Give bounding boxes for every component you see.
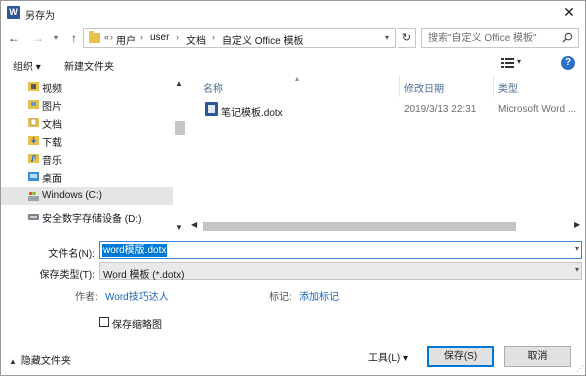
sidebar-item-label: 视频	[42, 84, 62, 95]
sidebar-item-videos[interactable]: 视频	[1, 77, 173, 95]
file-name-field[interactable]: word模版.dotx ▾	[99, 241, 582, 259]
file-name-dropdown-chevron-icon[interactable]: ▾	[575, 244, 579, 253]
file-list: ▴ 名称 修改日期 类型 笔记模板.dotx 2019/3/13 22:31 M…	[189, 74, 586, 235]
drive-c-icon	[28, 192, 39, 201]
file-date-modified: 2019/3/13 22:31	[404, 104, 477, 115]
scrollbar-thumb[interactable]	[175, 121, 185, 135]
breadcrumb-documents[interactable]: 文档	[186, 32, 206, 47]
column-header-type[interactable]: 类型	[498, 80, 518, 95]
collapse-chevron-icon: ▲	[9, 357, 17, 366]
cancel-button[interactable]: 取消	[504, 346, 571, 367]
save-type-value: Word 模板 (*.dotx)	[103, 270, 185, 281]
sidebar-item-label: Windows (C:)	[42, 190, 103, 201]
sidebar-item-desktop[interactable]: 桌面	[1, 167, 173, 185]
folder-icon	[89, 31, 100, 43]
title-bar: W 另存为 ✕	[1, 1, 585, 25]
up-arrow-icon[interactable]: ↑	[67, 30, 81, 46]
file-list-horizontal-scrollbar[interactable]: ◀ ▶	[189, 219, 586, 233]
sidebar-item-pictures[interactable]: 图片	[1, 95, 173, 113]
navigation-pane: 视频 图片 文档 下载 音乐 桌面 Windows (C:) 安全数字存储设备	[1, 77, 186, 235]
sort-ascending-icon: ▴	[295, 74, 300, 83]
scroll-up-chevron-icon[interactable]: ▲	[175, 79, 183, 88]
command-toolbar: 组织 ▾ 新建文件夹 ▾ ?	[1, 53, 585, 75]
save-type-select[interactable]: Word 模板 (*.dotx) ▾	[99, 262, 582, 281]
downloads-folder-icon	[28, 136, 39, 145]
navigation-row: ← → ▾ ↑ « › 用户 › user › 文档 › 自定义 Office …	[1, 27, 585, 49]
sidebar-item-label: 音乐	[42, 156, 62, 167]
author-value[interactable]: Word技巧达人	[105, 288, 169, 303]
sidebar-item-label: 下载	[42, 138, 62, 149]
pictures-folder-icon	[28, 100, 39, 109]
word-template-file-icon	[205, 102, 218, 116]
sidebar-item-label: 文档	[42, 120, 62, 131]
view-options-chevron-icon[interactable]: ▾	[517, 57, 521, 66]
file-name-label: 文件名(N):	[48, 249, 95, 260]
column-divider[interactable]	[493, 75, 494, 97]
scroll-right-chevron-icon[interactable]: ▶	[574, 220, 580, 229]
scroll-down-chevron-icon[interactable]: ▼	[175, 223, 183, 232]
hide-folders-label: 隐藏文件夹	[20, 356, 71, 367]
column-header-date-modified[interactable]: 修改日期	[404, 80, 444, 95]
breadcrumb-separator-icon: ›	[140, 32, 143, 42]
search-box[interactable]	[421, 28, 579, 48]
breadcrumb-users[interactable]: 用户	[116, 32, 136, 47]
save-as-dialog: W 另存为 ✕ ← → ▾ ↑ « › 用户 › user › 文档 › 自定义…	[0, 0, 586, 376]
breadcrumb-separator-icon: ›	[110, 32, 113, 42]
sidebar-item-label: 图片	[42, 102, 62, 113]
list-item[interactable]: 笔记模板.dotx 2019/3/13 22:31 Microsoft Word…	[189, 99, 579, 119]
help-icon[interactable]: ?	[561, 56, 575, 70]
tools-button[interactable]: 工具(L) ▾	[368, 349, 408, 364]
back-arrow-icon[interactable]: ←	[7, 30, 21, 46]
save-button[interactable]: 保存(S)	[427, 346, 494, 367]
breadcrumb-custom-office-templates[interactable]: 自定义 Office 模板	[222, 32, 304, 47]
window-title: 另存为	[25, 11, 55, 22]
music-folder-icon	[28, 154, 39, 163]
save-thumbnail-label[interactable]: 保存缩略图	[112, 316, 162, 331]
sidebar-item-downloads[interactable]: 下载	[1, 131, 173, 149]
recent-locations-chevron-icon[interactable]: ▾	[49, 30, 63, 46]
tags-label: 标记:	[269, 292, 292, 303]
save-type-dropdown-chevron-icon[interactable]: ▾	[575, 265, 579, 274]
scrollbar-thumb[interactable]	[203, 222, 516, 231]
sidebar-item-sd-drive-d[interactable]: 安全数字存储设备 (D:)	[1, 207, 173, 225]
address-bar[interactable]: « › 用户 › user › 文档 › 自定义 Office 模板 ▾	[83, 28, 396, 48]
overflow-chevron-icon[interactable]: «	[104, 32, 109, 42]
file-name: 笔记模板.dotx	[221, 108, 283, 119]
save-thumbnail-checkbox[interactable]	[99, 317, 109, 327]
file-name-value[interactable]: word模版.dotx	[102, 244, 168, 257]
sidebar-item-windows-c[interactable]: Windows (C:)	[1, 187, 173, 205]
documents-folder-icon	[28, 118, 39, 127]
breadcrumb-separator-icon: ›	[212, 32, 215, 42]
scroll-left-chevron-icon[interactable]: ◀	[191, 220, 197, 229]
sidebar-item-label: 安全数字存储设备 (D:)	[42, 214, 142, 225]
file-type: Microsoft Word ...	[498, 104, 577, 115]
organize-button[interactable]: 组织 ▾	[13, 58, 41, 73]
resize-grip-icon[interactable]: ⋰	[576, 364, 584, 373]
drive-d-icon	[28, 214, 39, 220]
refresh-icon[interactable]: ↻	[398, 28, 416, 48]
new-folder-button[interactable]: 新建文件夹	[64, 58, 114, 73]
forward-arrow-icon[interactable]: →	[31, 30, 45, 46]
sidebar-item-music[interactable]: 音乐	[1, 149, 173, 167]
save-type-label: 保存类型(T):	[39, 270, 95, 281]
word-app-icon: W	[7, 6, 20, 19]
hide-folders-toggle[interactable]: ▲ 隐藏文件夹	[9, 352, 71, 367]
view-details-icon[interactable]	[501, 58, 514, 68]
column-divider[interactable]	[399, 75, 400, 97]
navigation-pane-scrollbar[interactable]: ▲ ▼	[173, 77, 186, 235]
search-icon[interactable]	[562, 32, 573, 43]
sidebar-item-label: 桌面	[42, 174, 62, 185]
breadcrumb-separator-icon: ›	[176, 32, 179, 42]
search-input[interactable]	[422, 29, 560, 47]
tags-value[interactable]: 添加标记	[299, 288, 339, 303]
author-label: 作者:	[75, 292, 98, 303]
video-folder-icon	[28, 82, 39, 91]
desktop-folder-icon	[28, 172, 39, 181]
sidebar-item-documents[interactable]: 文档	[1, 113, 173, 131]
breadcrumb-user[interactable]: user	[150, 32, 169, 43]
close-button[interactable]: ✕	[561, 4, 577, 20]
address-dropdown-chevron-icon[interactable]: ▾	[380, 29, 394, 47]
column-header-name[interactable]: 名称	[203, 80, 223, 95]
